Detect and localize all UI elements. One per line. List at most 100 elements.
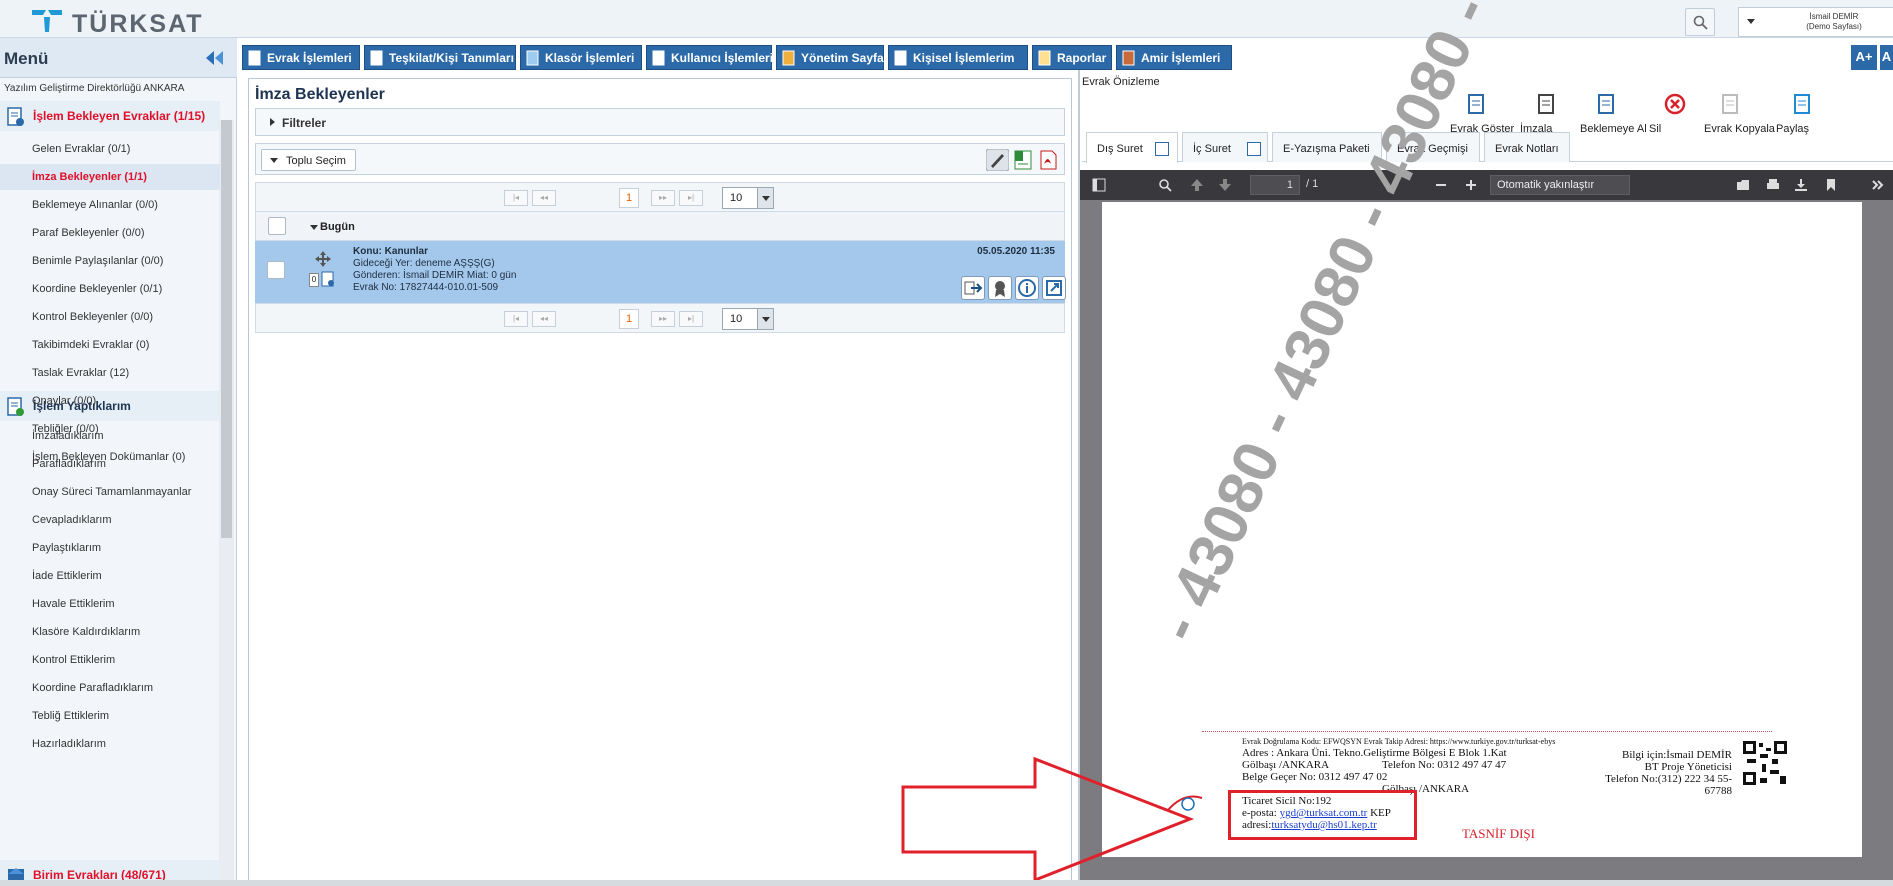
expand-icon[interactable] (1247, 142, 1261, 156)
group-header-today[interactable]: Bugün (255, 211, 1065, 241)
sidebar-item-done-6[interactable]: Havale Ettiklerim (0, 591, 220, 617)
nav-button-3[interactable]: Kullanıcı İşlemleri (646, 45, 773, 70)
sidebar-item-done-8[interactable]: Kontrol Ettiklerim (0, 647, 220, 673)
nav-icon (526, 50, 539, 66)
sign-button[interactable] (988, 276, 1012, 300)
sidebar-toggle-icon[interactable] (1092, 178, 1106, 192)
search-icon[interactable] (1158, 178, 1172, 192)
page-size-select[interactable]: 10 (722, 308, 774, 330)
pdf-page-input[interactable]: 1 (1250, 175, 1300, 195)
filters-toggle[interactable]: Filtreler (255, 108, 1065, 136)
sidebar-item-pending-2[interactable]: Beklemeye Alınanlar (0/0) (0, 192, 220, 218)
sidebar-item-pending-7[interactable]: Takibimdeki Evraklar (0) (0, 332, 220, 358)
pager-first-button[interactable]: |◂ (504, 311, 528, 327)
pager-current-page[interactable]: 1 (619, 188, 639, 208)
print-icon[interactable] (1766, 178, 1780, 192)
sidebar-item-label: Beklemeye Alınanlar (0/0) (32, 199, 158, 211)
app-header: TÜRKSAT İsmail DEMİR (Demo Sayfası) (0, 0, 1893, 38)
bulk-select-button[interactable]: Toplu Seçim (261, 149, 356, 171)
font-increase-button[interactable]: A+ (1851, 45, 1877, 70)
sidebar-item-done-1[interactable]: Parafladıklarım (0, 451, 220, 477)
pen-icon (1538, 94, 1554, 114)
nav-button-label: Raporlar (1057, 51, 1107, 65)
sidebar-item-done-9[interactable]: Koordine Parafladıklarım (0, 675, 220, 701)
row-checkbox[interactable] (267, 261, 285, 279)
sidebar-item-pending-8[interactable]: Taslak Evraklar (12) (0, 360, 220, 386)
tab-notes[interactable]: Evrak Notları (1484, 132, 1570, 162)
sidebar-item-done-5[interactable]: İade Ettiklerim (0, 563, 220, 589)
pager-last-button[interactable]: ▸| (679, 190, 703, 206)
open-button[interactable] (1042, 276, 1066, 300)
info-button[interactable] (1015, 276, 1039, 300)
search-button[interactable] (1685, 8, 1715, 36)
sidebar-item-done-4[interactable]: Paylaştıklarım (0, 535, 220, 561)
arrow-down-icon[interactable] (1218, 178, 1232, 192)
pager-prev-button[interactable]: ◂◂ (532, 311, 556, 327)
sidebar-item-pending-3[interactable]: Paraf Bekleyenler (0/0) (0, 220, 220, 246)
pdf-page-total: / 1 (1306, 178, 1319, 190)
sidebar-item-pending-4[interactable]: Benimle Paylaşılanlar (0/0) (0, 248, 220, 274)
nav-button-0[interactable]: Evrak İşlemleri (242, 45, 360, 70)
sidebar-item-done-0[interactable]: İmzaladıklarım (0, 423, 220, 449)
sidebar-item-pending-5[interactable]: Koordine Bekleyenler (0/1) (0, 276, 220, 302)
horizontal-scrollbar[interactable] (0, 880, 1893, 886)
nav-button-5[interactable]: Kişisel İşlemlerim (888, 45, 1028, 70)
document-preview-panel: Evrak Önizleme Evrak Göster İmzala Bekleme… (901, 0, 1893, 886)
more-tools-icon[interactable] (1870, 178, 1884, 192)
pager-next-button[interactable]: ▸▸ (651, 311, 675, 327)
pdf-export-icon[interactable] (1037, 149, 1060, 171)
sidebar-item-done-3[interactable]: Cevapladıklarım (0, 507, 220, 533)
nav-button-label: Kişisel İşlemlerim (913, 51, 1015, 65)
bookmark-icon[interactable] (1824, 178, 1838, 192)
collapse-arrow-icon[interactable] (205, 50, 225, 66)
top-nav: Evrak İşlemleri Teşkilat/Kişi Tanımları Kl… (242, 42, 1893, 70)
drag-move-icon[interactable] (315, 251, 331, 267)
sidebar-item-pending-0[interactable]: Gelen Evraklar (0/1) (0, 136, 220, 162)
zoom-in-icon[interactable] (1464, 178, 1478, 192)
tab-inner-copy[interactable]: İç Suret (1182, 132, 1268, 162)
section-pending-label: İşlem Bekleyen Evraklar (1/15) (33, 109, 206, 123)
highlight-box (1228, 790, 1417, 840)
excel-export-icon[interactable] (1012, 149, 1035, 171)
pager-next-button[interactable]: ▸▸ (651, 190, 675, 206)
select-all-checkbox[interactable] (268, 217, 286, 235)
nav-button-4[interactable]: Yönetim Sayfaları (776, 45, 902, 70)
font-decrease-button[interactable]: A (1880, 45, 1893, 70)
page-size-value: 10 (730, 313, 743, 325)
pager-last-button[interactable]: ▸| (679, 311, 703, 327)
sidebar-item-label: Kontrol Ettiklerim (32, 654, 116, 666)
download-icon[interactable] (1794, 178, 1808, 192)
pager-first-button[interactable]: |◂ (504, 190, 528, 206)
sidebar-item-done-7[interactable]: Klasöre Kaldırdıklarım (0, 619, 220, 645)
document-icon (321, 271, 334, 287)
table-row[interactable]: 0 Konu: Kanunlar Gideceği Yer: deneme AŞ… (255, 241, 1066, 303)
user-menu[interactable]: İsmail DEMİR (Demo Sayfası) (1738, 7, 1893, 37)
turksat-logo-icon (32, 10, 62, 32)
forward-button[interactable] (961, 276, 985, 300)
sidebar-item-pending-1[interactable]: İmza Bekleyenler (1/1) (0, 164, 220, 190)
sidebar-item-done-10[interactable]: Tebliğ Ettiklerim (0, 703, 220, 729)
zoom-out-icon[interactable] (1434, 178, 1448, 192)
section-pending-docs[interactable]: İşlem Bekleyen Evraklar (1/15) (0, 101, 220, 131)
tab-outer-copy[interactable]: Dış Suret (1086, 132, 1178, 163)
nav-button-1[interactable]: Teşkilat/Kişi Tanımları (364, 45, 516, 70)
nav-button-6[interactable]: Raporlar (1032, 45, 1112, 70)
pager-current-page[interactable]: 1 (619, 309, 639, 329)
open-file-icon[interactable] (1736, 178, 1750, 192)
sidebar-scrollbar-thumb[interactable] (221, 120, 232, 538)
sidebar-item-pending-9[interactable]: Onaylar (0/0) (0, 388, 220, 414)
pager-prev-button[interactable]: ◂◂ (532, 190, 556, 206)
nav-button-2[interactable]: Klasör İşlemleri (520, 45, 642, 70)
page-size-select[interactable]: 10 (722, 187, 774, 209)
sidebar-item-done-11[interactable]: Hazırladıklarım (0, 731, 220, 757)
arrow-up-icon[interactable] (1190, 178, 1204, 192)
sidebar-item-done-2[interactable]: Onay Süreci Tamamlanmayanlar (0, 479, 220, 505)
nav-button-label: Klasör İşlemleri (545, 51, 635, 65)
sidebar-item-pending-6[interactable]: Kontrol Bekleyenler (0/0) (0, 304, 220, 330)
delete-icon (1664, 93, 1686, 115)
nav-icon (782, 50, 795, 66)
bulk-sign-icon[interactable] (986, 149, 1009, 171)
nav-button-7[interactable]: Amir İşlemleri (1116, 45, 1232, 70)
expand-icon[interactable] (1155, 142, 1169, 156)
pdf-zoom-select[interactable]: Otomatik yakınlaştır (1490, 175, 1630, 195)
